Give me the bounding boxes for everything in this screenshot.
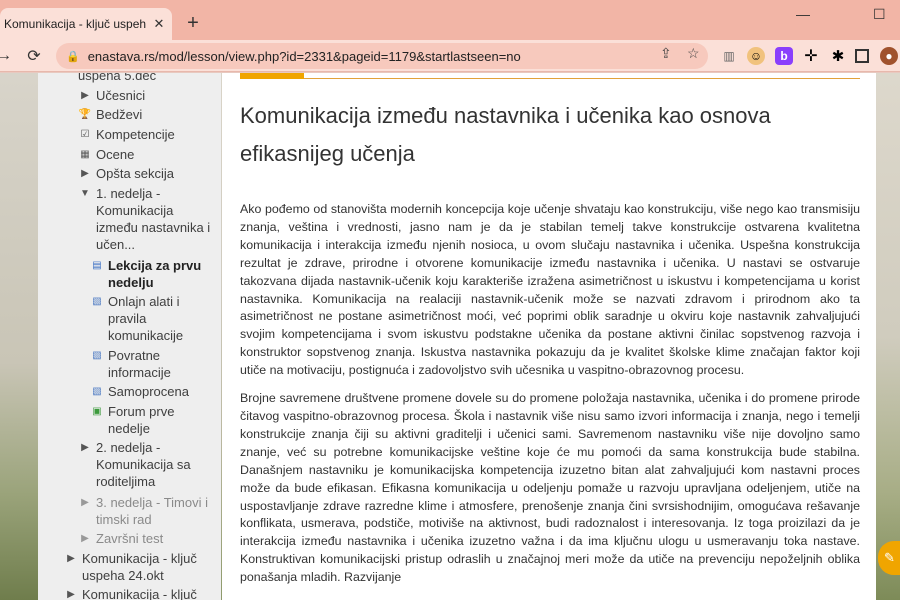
maximize-icon[interactable]: ☐ bbox=[873, 6, 886, 23]
page-icon: ▧ bbox=[92, 296, 102, 307]
url-text: enastava.rs/mod/lesson/view.php?id=2331&… bbox=[87, 48, 521, 64]
reader-mode-icon[interactable]: ▥ bbox=[720, 47, 738, 65]
sidebar-item-feedback[interactable]: ▧ Povratne informacije bbox=[90, 347, 218, 381]
new-tab-button[interactable]: + bbox=[182, 12, 204, 34]
sidebar-item-badges[interactable]: 🏆 Bedževi bbox=[78, 106, 216, 123]
profile-avatar-icon[interactable]: ● bbox=[880, 47, 898, 65]
sidebar-item-online-tools[interactable]: ▧ Onlajn alati i pravila komunikacije bbox=[90, 293, 218, 344]
sidebar-item-lesson-week-1[interactable]: ▤ Lekcija za prvu nedelju bbox=[90, 257, 218, 291]
side-panel-icon[interactable] bbox=[855, 49, 869, 63]
sidebar-item-week-2[interactable]: ▶ 2. nedelja - Komunikacija sa roditeljim… bbox=[78, 439, 218, 490]
sidebar-item-week-1[interactable]: ▼ 1. nedelja - Komunikacija između nastav… bbox=[78, 185, 218, 253]
page-icon: ▧ bbox=[92, 386, 102, 397]
minimize-icon[interactable]: — bbox=[796, 6, 810, 22]
lesson-paragraph-2: Brojne savremene društvene promene dovel… bbox=[240, 391, 860, 585]
browser-toolbar: → ⟳ 🔒 enastava.rs/mod/lesson/view.php?id… bbox=[0, 40, 900, 72]
forum-icon: ▣ bbox=[92, 406, 102, 417]
extensions-puzzle-icon[interactable]: ✱ bbox=[829, 47, 847, 65]
browser-tab[interactable]: Komunikacija - ključ uspeha 5.dec ✕ bbox=[0, 8, 172, 40]
lesson-body: Ako pođemo od stanovišta modernih koncep… bbox=[240, 201, 860, 597]
triangle-right-icon: ▶ bbox=[81, 168, 89, 179]
extension-b-icon[interactable]: b bbox=[775, 47, 793, 65]
chevron-icon: ✎ bbox=[884, 550, 895, 565]
background-photo-left bbox=[0, 73, 38, 600]
checkbox-icon: ☑ bbox=[80, 129, 90, 140]
triangle-right-icon: ▶ bbox=[81, 90, 89, 101]
move-icon[interactable]: ✛ bbox=[802, 47, 820, 65]
triangle-down-icon: ▼ bbox=[80, 188, 90, 199]
background-photo-right bbox=[876, 73, 900, 600]
page-title: Komunikacija između nastavnika i učenika… bbox=[240, 103, 771, 166]
lesson-tab-strip bbox=[240, 73, 860, 79]
lock-icon[interactable]: 🔒 bbox=[66, 50, 80, 63]
sidebar-item-participants[interactable]: ▶ Učesnici bbox=[78, 87, 216, 104]
lesson-content: Komunikacija između nastavnika i učenika… bbox=[222, 73, 876, 600]
trophy-icon: 🏆 bbox=[78, 109, 92, 120]
share-icon[interactable]: ⇪ bbox=[660, 45, 672, 62]
floating-action-button[interactable]: ✎ bbox=[878, 541, 900, 575]
sidebar-item-forum-week-1[interactable]: ▣ Forum prve nedelje bbox=[90, 403, 218, 437]
address-bar[interactable]: 🔒 enastava.rs/mod/lesson/view.php?id=233… bbox=[56, 43, 708, 69]
lesson-paragraph-1: Ako pođemo od stanovišta modernih koncep… bbox=[240, 202, 860, 378]
sidebar-item-general-section[interactable]: ▶ Opšta sekcija bbox=[78, 165, 216, 182]
reload-icon[interactable]: ⟳ bbox=[22, 44, 46, 68]
triangle-right-icon: ▶ bbox=[81, 442, 89, 453]
lesson-icon: ▤ bbox=[92, 260, 102, 271]
triangle-right-icon: ▶ bbox=[67, 589, 75, 600]
bookmark-star-icon[interactable]: ☆ bbox=[687, 45, 700, 62]
page-icon: ▧ bbox=[92, 350, 102, 361]
close-icon[interactable]: ✕ bbox=[150, 15, 168, 33]
back-arrow-icon[interactable]: → bbox=[0, 44, 16, 68]
triangle-right-icon: ▶ bbox=[81, 533, 89, 544]
page-viewport: uspeha 5.dec ▶ Učesnici 🏆 Bedževi ☑ Kompete… bbox=[0, 73, 900, 600]
sidebar-item-competencies[interactable]: ☑ Kompetencije bbox=[78, 126, 216, 143]
course-index-sidebar: uspeha 5.dec ▶ Učesnici 🏆 Bedževi ☑ Kompete… bbox=[38, 73, 221, 600]
sidebar-item-course-title[interactable]: uspeha 5.dec bbox=[78, 73, 216, 84]
lesson-tab-active[interactable] bbox=[240, 73, 304, 79]
sidebar-item-course-next[interactable]: ▶ Komunikacija - ključ bbox=[64, 586, 218, 600]
sidebar-item-grades[interactable]: ▦ Ocene bbox=[78, 146, 216, 163]
triangle-right-icon: ▶ bbox=[81, 497, 89, 508]
grid-icon: ▦ bbox=[80, 149, 90, 160]
sidebar-item-course-24-okt[interactable]: ▶ Komunikacija - ključ uspeha 24.okt bbox=[64, 550, 218, 584]
tab-title: Komunikacija - ključ uspeha 5.dec bbox=[4, 17, 146, 31]
extension-avatar-icon[interactable]: ☺ bbox=[747, 47, 765, 65]
sidebar-item-final-test[interactable]: ▶ Završni test bbox=[78, 530, 218, 547]
browser-tab-bar: Komunikacija - ključ uspeha 5.dec ✕ + — … bbox=[0, 0, 900, 40]
sidebar-item-week-3[interactable]: ▶ 3. nedelja - Timovi i timski rad bbox=[78, 494, 218, 528]
sidebar-item-self-assessment[interactable]: ▧ Samoprocena bbox=[90, 383, 218, 400]
triangle-right-icon: ▶ bbox=[67, 553, 75, 564]
